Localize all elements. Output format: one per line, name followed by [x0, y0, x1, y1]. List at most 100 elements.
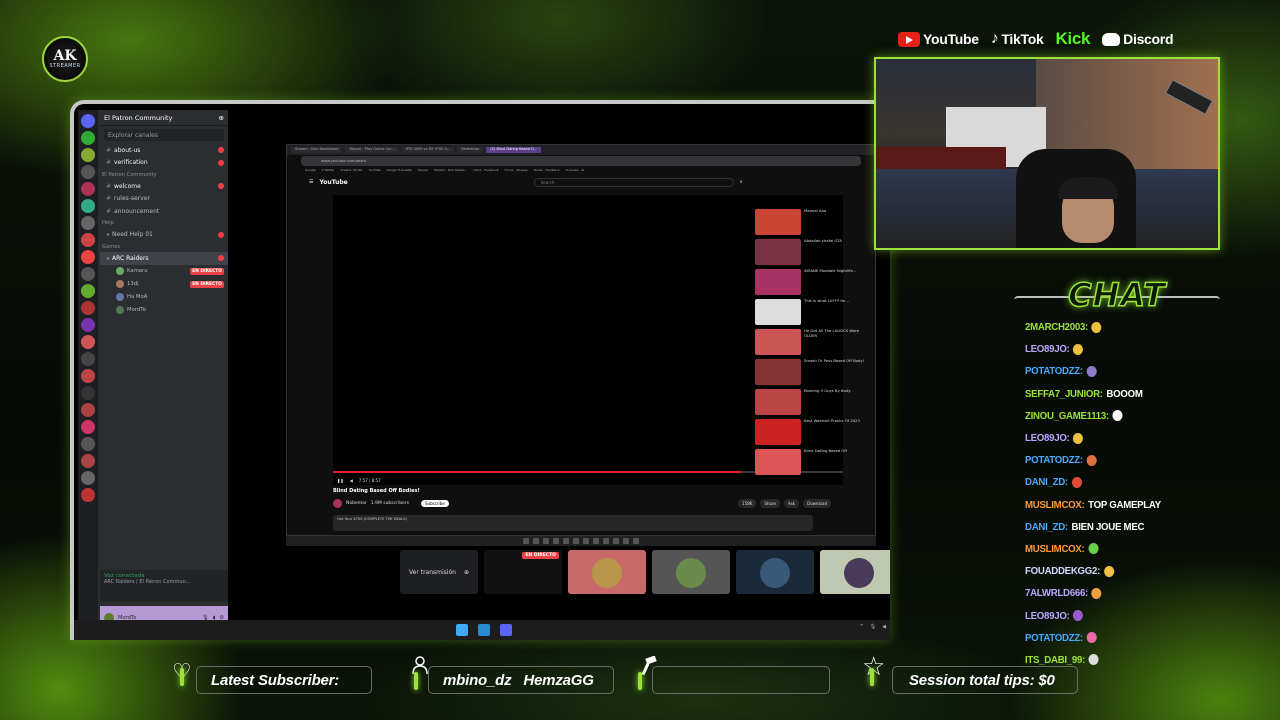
chat-username[interactable]: LEO89JO:: [1025, 343, 1070, 355]
chat-username[interactable]: POTATODZZ:: [1025, 454, 1083, 466]
watch-stream-button[interactable]: Ver transmisión ⊕: [400, 550, 478, 594]
bookmark[interactable]: Stream - Kick Dashb...: [434, 168, 467, 174]
menu-icon[interactable]: ☰: [309, 179, 313, 185]
discord-link[interactable]: Discord: [1102, 31, 1174, 47]
address-bar[interactable]: www.youtube.com/watch: [301, 156, 861, 166]
chat-username[interactable]: ZINOU_GAME1113:: [1025, 410, 1109, 422]
server-icon[interactable]: [81, 369, 95, 383]
app-icon[interactable]: [633, 538, 639, 544]
avatar[interactable]: [333, 499, 342, 508]
participant-tile[interactable]: [736, 550, 814, 594]
recommendation-item[interactable]: Best Walmart Pranks Of 2023: [755, 419, 869, 445]
server-icon[interactable]: [81, 216, 95, 230]
video-thumbnail[interactable]: [755, 419, 801, 445]
stream-thumbnail[interactable]: EN DIRECTO: [484, 550, 562, 594]
recommendation-item[interactable]: Blind Dating Based Off: [755, 449, 869, 475]
video-thumbnail[interactable]: [755, 359, 801, 385]
app-icon[interactable]: [623, 538, 629, 544]
server-icon[interactable]: [81, 386, 95, 400]
bookmark[interactable]: K Twitter: [322, 168, 335, 174]
category-community[interactable]: El Patron Community: [100, 169, 228, 180]
video-thumbnail[interactable]: [755, 329, 801, 355]
search-icon[interactable]: ⌕: [740, 179, 743, 185]
server-icon[interactable]: [81, 335, 95, 349]
video-thumbnail[interactable]: [755, 299, 801, 325]
server-icon[interactable]: [81, 250, 95, 264]
chat-username[interactable]: 7ALWRLD666:: [1025, 587, 1088, 599]
app-icon[interactable]: [573, 538, 579, 544]
chat-username[interactable]: POTATODZZ:: [1025, 365, 1083, 377]
video-thumbnail[interactable]: [755, 389, 801, 415]
youtube-search-input[interactable]: Search: [533, 177, 734, 187]
app-icon[interactable]: [543, 538, 549, 544]
volume-icon[interactable]: ◀: [882, 624, 886, 630]
channel-verification[interactable]: # verification: [100, 157, 228, 170]
app-icon[interactable]: [553, 538, 559, 544]
recommendation-item[interactable]: INSANE Modable Nightlife...: [755, 269, 869, 295]
bookmark[interactable]: Google Translate: [386, 168, 411, 174]
person-add-icon[interactable]: ⊕: [219, 114, 224, 122]
bookmark[interactable]: Home - Feedback: [534, 168, 560, 174]
kick-link[interactable]: Kick: [1055, 29, 1090, 49]
channel-need-help[interactable]: ◂ Need Help 01: [100, 229, 228, 242]
server-icon[interactable]: [81, 131, 95, 145]
server-icon[interactable]: [81, 420, 95, 434]
pause-icon[interactable]: ❚❚: [337, 478, 344, 483]
chat-username[interactable]: MUSLIMCOX:: [1025, 543, 1085, 555]
browser-tab[interactable]: Redirector: [457, 147, 484, 153]
app-icon[interactable]: [533, 538, 539, 544]
chat-username[interactable]: POTATODZZ:: [1025, 632, 1083, 644]
bookmark[interactable]: Creator Studio: [341, 168, 363, 174]
windows-start-icon[interactable]: [456, 624, 468, 636]
video-description[interactable]: Get Your $750 (COMPLETE THE DEALS): [333, 515, 813, 531]
edge-icon[interactable]: [478, 624, 490, 636]
server-icon[interactable]: [81, 165, 95, 179]
app-icon[interactable]: [613, 538, 619, 544]
bookmark[interactable]: Inbox - Facebook: [473, 168, 498, 174]
youtube-link[interactable]: YouTube: [898, 31, 979, 47]
bookmark[interactable]: Rayuel: [418, 168, 428, 174]
recommendation-item[interactable]: This is what LUFFY fm...: [755, 299, 869, 325]
chat-username[interactable]: MUSLIMCOX:: [1025, 499, 1085, 511]
chat-username[interactable]: FOUADDEKGG2:: [1025, 565, 1100, 577]
chat-username[interactable]: 2MARCH2003:: [1025, 321, 1088, 333]
channel-name[interactable]: Nobemar: [346, 501, 367, 506]
server-icon[interactable]: [81, 284, 95, 298]
server-icon[interactable]: [81, 352, 95, 366]
bookmark[interactable]: Surprise - AI: [566, 168, 584, 174]
app-icon[interactable]: [583, 538, 589, 544]
browser-tab[interactable]: Rayuel - Play Online Cur...: [345, 147, 399, 153]
category-games[interactable]: Games: [100, 241, 228, 252]
app-icon[interactable]: [603, 538, 609, 544]
browser-tab[interactable]: Stream - Kick Dashboard: [291, 147, 343, 153]
app-icon[interactable]: [523, 538, 529, 544]
youtube-logo[interactable]: YouTube: [319, 179, 347, 186]
recommendation-item[interactable]: He Got All The LAUGCS Wore OLDER: [755, 329, 869, 355]
bookmark[interactable]: YouTube: [368, 168, 380, 174]
like-button[interactable]: 158K: [738, 499, 757, 508]
voice-user[interactable]: MordTo: [100, 304, 228, 317]
voice-location[interactable]: ARC Raiders / El Patron Commun...: [104, 579, 224, 585]
tiktok-link[interactable]: ♪ TikTok: [991, 30, 1044, 48]
volume-icon[interactable]: ◀: [350, 478, 353, 483]
server-icon[interactable]: [81, 471, 95, 485]
video-thumbnail[interactable]: [755, 449, 801, 475]
browser-tab-active[interactable]: (1) Blind Dating Based O...: [486, 147, 541, 153]
discord-icon[interactable]: [500, 624, 512, 636]
channel-rules[interactable]: # rules-server: [100, 193, 228, 206]
server-icon[interactable]: [81, 488, 95, 502]
channel-announcement[interactable]: # announcement: [100, 205, 228, 218]
bookmark[interactable]: Google: [305, 168, 316, 174]
bookmark[interactable]: Home - Shopee: [505, 168, 528, 174]
category-help[interactable]: Help: [100, 218, 228, 229]
recommendation-item[interactable]: Smash Or Pass Based Off Body!: [755, 359, 869, 385]
chat-username[interactable]: DANI_ZD:: [1025, 521, 1068, 533]
chat-username[interactable]: LEO89JO:: [1025, 610, 1070, 622]
server-icon[interactable]: [81, 437, 95, 451]
server-icon[interactable]: [81, 148, 95, 162]
app-icon[interactable]: [563, 538, 569, 544]
video-thumbnail[interactable]: [755, 269, 801, 295]
server-icon[interactable]: [81, 233, 95, 247]
channel-arc-raiders[interactable]: ◂ ARC Raiders: [100, 252, 228, 265]
server-header[interactable]: El Patron Community ⊕: [100, 110, 228, 126]
